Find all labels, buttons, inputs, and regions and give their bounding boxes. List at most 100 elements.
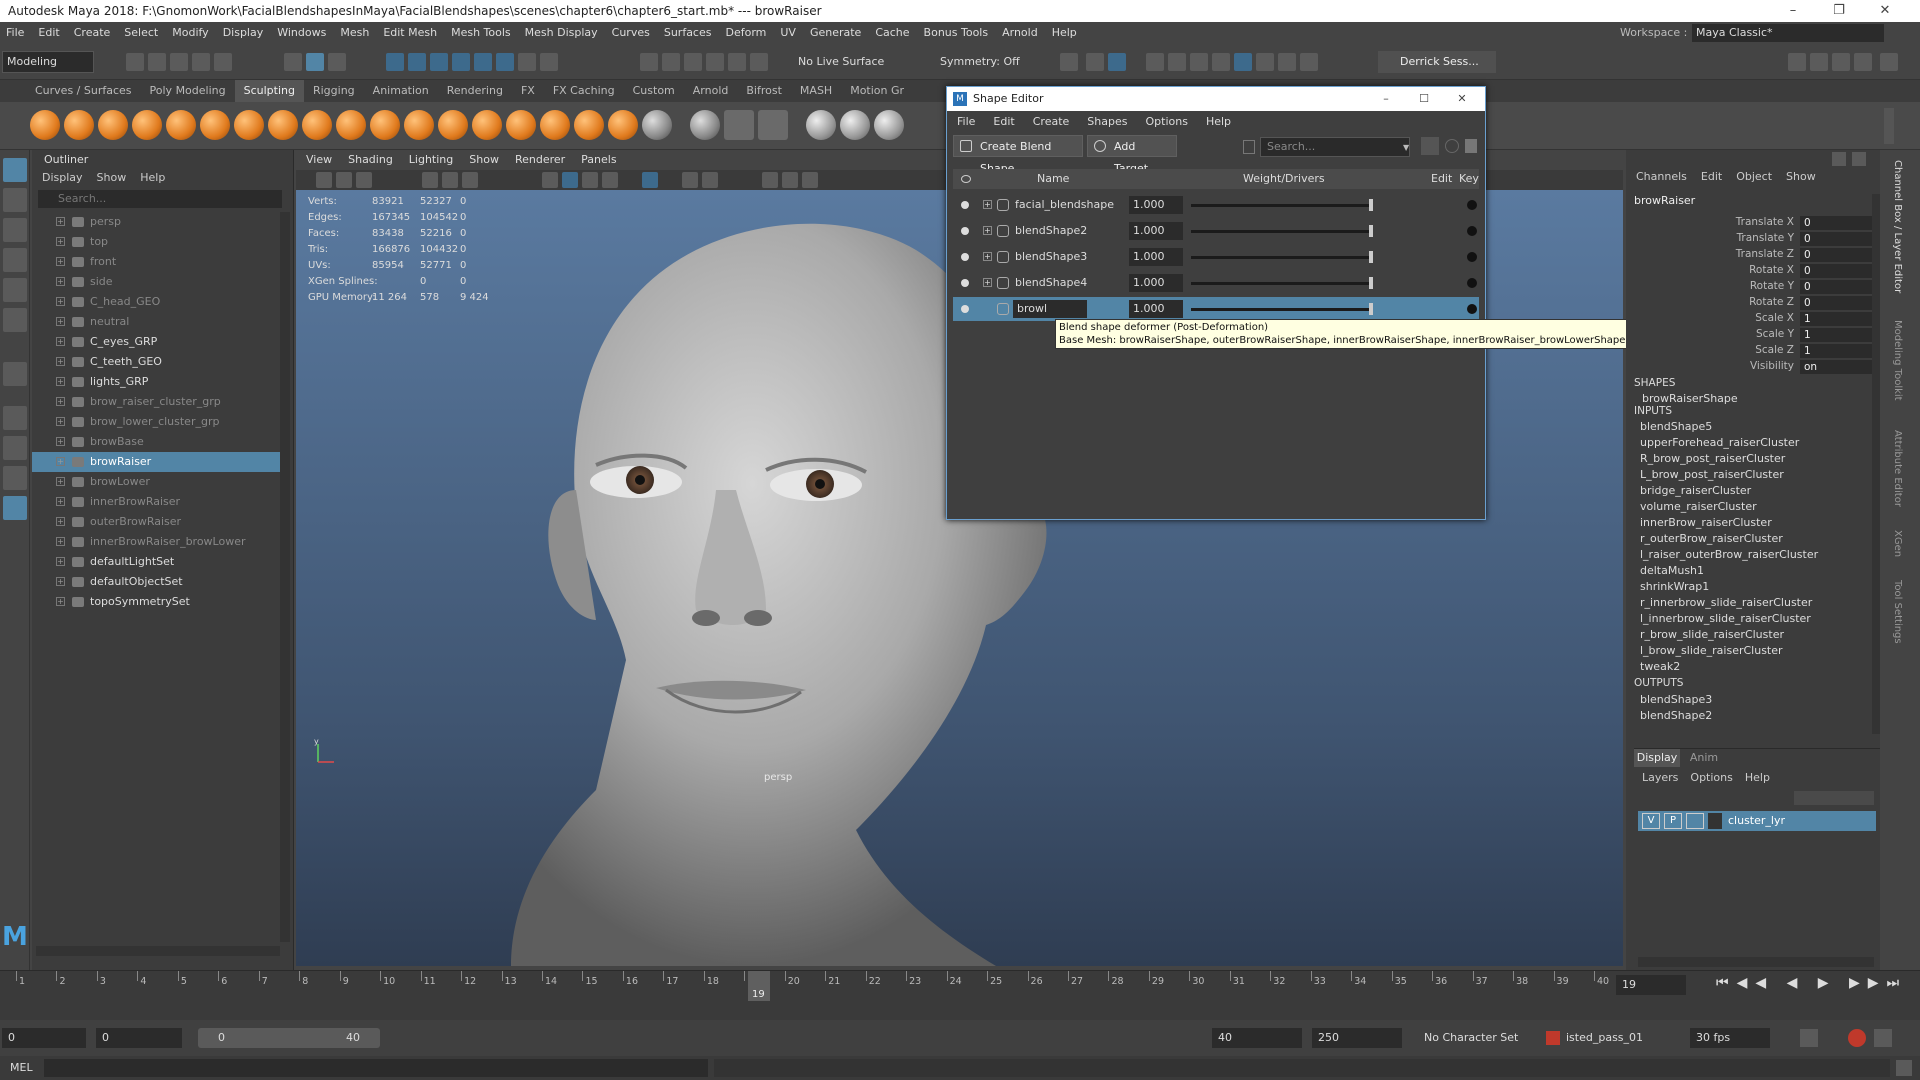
outliner-item[interactable]: + C_eyes_GRP	[32, 332, 280, 352]
start-time-field[interactable]: 0	[2, 1028, 86, 1048]
layer-menu-layers[interactable]: Layers	[1642, 771, 1678, 784]
end-time-field[interactable]: 40	[1212, 1028, 1302, 1048]
menu-uv[interactable]: UV	[780, 26, 796, 39]
xray-joints-icon[interactable]	[782, 172, 798, 188]
blendshape-row[interactable]: + blendShape4 1.000	[953, 271, 1479, 295]
spray-tool-icon[interactable]	[268, 110, 298, 140]
cb-input-node[interactable]: l_raiser_outerBrow_raiserCluster	[1640, 548, 1818, 561]
restore-icon[interactable]: ❐	[1816, 0, 1862, 22]
channel-value[interactable]: 0	[1800, 232, 1878, 246]
select-hierarchy-icon[interactable]	[284, 53, 302, 71]
layer-type-toggle[interactable]	[1686, 813, 1704, 829]
shelf-tab-mash[interactable]: MASH	[791, 80, 841, 102]
expand-icon[interactable]: +	[56, 337, 65, 346]
menu-windows[interactable]: Windows	[277, 26, 326, 39]
weight-slider-handle[interactable]	[1369, 251, 1373, 263]
lights-icon[interactable]	[602, 172, 618, 188]
shadows-icon[interactable]	[642, 172, 658, 188]
menu-deform[interactable]: Deform	[725, 26, 766, 39]
ipr-icon[interactable]	[1234, 53, 1252, 71]
side-by-side-icon[interactable]	[3, 466, 27, 490]
shelf-tab-motion[interactable]: Motion Gr	[841, 80, 913, 102]
bookmark-icon[interactable]	[356, 172, 372, 188]
expand-icon[interactable]: +	[56, 357, 65, 366]
expand-icon[interactable]: +	[56, 517, 65, 526]
trash-icon[interactable]	[1465, 139, 1477, 153]
render-icon[interactable]	[1146, 53, 1164, 71]
cb-object-name[interactable]: browRaiser	[1634, 194, 1695, 207]
close-icon[interactable]: ✕	[1862, 0, 1908, 22]
outliner-item[interactable]: + neutral	[32, 312, 280, 332]
ambient-occlusion-icon[interactable]	[682, 172, 698, 188]
layer-name[interactable]: cluster_lyr	[1728, 811, 1785, 831]
attribute-editor-icon[interactable]	[1810, 53, 1828, 71]
expand-icon[interactable]: +	[56, 237, 65, 246]
expand-icon[interactable]: +	[56, 417, 65, 426]
outliner-item[interactable]: + C_teeth_GEO	[32, 352, 280, 372]
layer-playback-toggle[interactable]: P	[1664, 813, 1682, 829]
weight-field[interactable]: 1.000	[1129, 222, 1183, 240]
blend-shape-icon[interactable]	[724, 110, 754, 140]
select-object-icon[interactable]	[306, 53, 324, 71]
fill-tool-icon[interactable]	[438, 110, 468, 140]
shelf-tab-sculpting[interactable]: Sculpting	[234, 80, 304, 102]
anim-start-field[interactable]: 0	[96, 1028, 182, 1048]
blendshape-name[interactable]: blendShape2	[1015, 219, 1087, 243]
snap-view-icon[interactable]	[452, 53, 470, 71]
smooth-shade-icon[interactable]	[562, 172, 578, 188]
weight-slider-handle[interactable]	[1369, 303, 1373, 315]
camera-lock-icon[interactable]	[336, 172, 352, 188]
expand-icon[interactable]: +	[56, 477, 65, 486]
scale-tool-icon[interactable]	[3, 308, 27, 332]
key-button[interactable]	[1467, 226, 1477, 236]
snap-surface-icon[interactable]	[474, 53, 492, 71]
filter-icon[interactable]	[1243, 140, 1255, 154]
se-minimize-icon[interactable]: –	[1371, 87, 1401, 111]
menu-bonus-tools[interactable]: Bonus Tools	[924, 26, 989, 39]
visibility-eye-icon[interactable]	[961, 175, 971, 183]
cb-input-node[interactable]: r_brow_slide_raiserCluster	[1640, 628, 1784, 641]
col-key[interactable]: Key	[1459, 169, 1479, 189]
se-menu-help[interactable]: Help	[1206, 115, 1231, 128]
weight-field[interactable]: 1.000	[1129, 248, 1183, 266]
channel-value[interactable]: 0	[1800, 280, 1878, 294]
outliner-item[interactable]: + top	[32, 232, 280, 252]
anim-end-field[interactable]: 250	[1312, 1028, 1402, 1048]
channel-value[interactable]: 1	[1800, 312, 1878, 326]
outliner-item[interactable]: + side	[32, 272, 280, 292]
side-tab-modeling-toolkit[interactable]: Modeling Toolkit	[1892, 320, 1903, 401]
outliner-scrollbar[interactable]	[280, 212, 290, 942]
refresh-icon[interactable]	[1445, 139, 1459, 153]
se-menu-create[interactable]: Create	[1033, 115, 1070, 128]
display-render-icon[interactable]	[1190, 53, 1208, 71]
save-scene-icon[interactable]	[170, 53, 188, 71]
menu-file[interactable]: File	[6, 26, 24, 39]
layer-create-icons[interactable]	[1794, 791, 1874, 805]
amplify-tool-icon[interactable]	[574, 110, 604, 140]
cb-input-node[interactable]: blendShape5	[1640, 420, 1712, 433]
time-slider[interactable]: 1234567891011121314151617181920212223242…	[0, 970, 1920, 1020]
weight-slider[interactable]	[1191, 204, 1373, 207]
outliner-item[interactable]: + topoSymmetrySet	[32, 592, 280, 612]
side-tab-channel-box[interactable]: Channel Box / Layer Editor	[1892, 160, 1903, 293]
outliner-menu-display[interactable]: Display	[42, 171, 83, 184]
expand-icon[interactable]: +	[56, 277, 65, 286]
single-view-icon[interactable]	[3, 406, 27, 430]
brush-tool-icon[interactable]	[3, 362, 27, 386]
rotate-tool-icon[interactable]	[3, 278, 27, 302]
render-pass-icon[interactable]	[1278, 53, 1296, 71]
cb-input-node[interactable]: L_brow_post_raiserCluster	[1640, 468, 1784, 481]
cb-input-node[interactable]: l_brow_slide_raiserCluster	[1640, 644, 1783, 657]
vp-menu-lighting[interactable]: Lighting	[409, 153, 453, 166]
weight-slider[interactable]	[1191, 282, 1373, 285]
se-menu-options[interactable]: Options	[1145, 115, 1187, 128]
history-icon[interactable]	[640, 53, 658, 71]
expand-icon[interactable]: +	[56, 497, 65, 506]
scrape-tool-icon[interactable]	[404, 110, 434, 140]
outliner-item[interactable]: + defaultObjectSet	[32, 572, 280, 592]
blendshape-name[interactable]: facial_blendshape	[1015, 193, 1114, 217]
cb-input-node[interactable]: tweak2	[1640, 660, 1680, 673]
outliner-item[interactable]: + lights_GRP	[32, 372, 280, 392]
outliner-item[interactable]: + innerBrowRaiser_browLower	[32, 532, 280, 552]
sculpt-tool-icon[interactable]	[30, 110, 60, 140]
